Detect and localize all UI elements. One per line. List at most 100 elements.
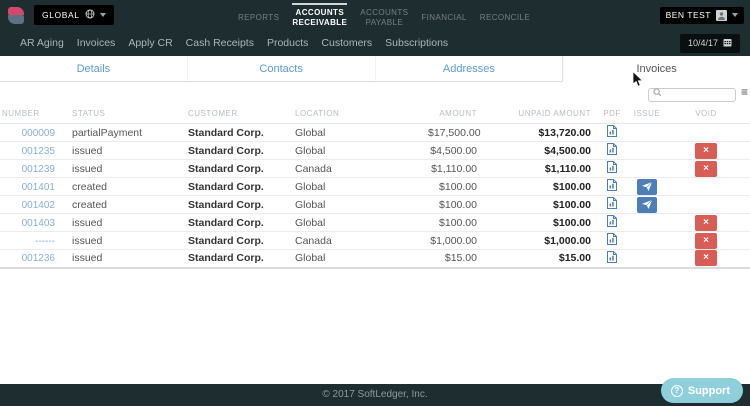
column-header: LOCATION xyxy=(280,104,428,124)
user-menu-button[interactable]: BEN TEST xyxy=(659,6,744,24)
nav-item[interactable]: FINANCIAL xyxy=(421,8,466,23)
table-header-row: NUMBER STATUS CUSTOMER LOCATION AMOUNT UNPAID… xyxy=(0,104,750,124)
customer-cell: Standard Corp. xyxy=(170,123,280,142)
unpaid-amount-cell: $100.00 xyxy=(478,177,592,196)
user-name: BEN TEST xyxy=(665,10,711,20)
status-cell: created xyxy=(55,177,170,196)
amount-cell: $1,000.00 xyxy=(428,231,478,250)
customer-cell: Standard Corp. xyxy=(170,141,280,160)
invoice-number-link[interactable]: 001239 xyxy=(22,164,55,175)
globe-icon xyxy=(85,9,95,21)
chevron-down-icon xyxy=(99,13,106,17)
subnav-item[interactable]: Apply CR xyxy=(128,37,172,49)
customer-cell: Standard Corp. xyxy=(170,195,280,214)
unpaid-amount-cell: $1,000.00 xyxy=(478,231,592,250)
status-cell: created xyxy=(55,195,170,214)
module-subnav: AR Aging Invoices Apply CR Cash Receipts Pro… xyxy=(0,30,750,56)
amount-cell: $4,500.00 xyxy=(428,141,478,160)
nav-item[interactable]: ACCOUNTS RECEIVABLE xyxy=(292,2,348,27)
location-cell: Global xyxy=(280,249,428,268)
table-menu-icon[interactable]: ≡ xyxy=(741,84,748,100)
support-label: Support xyxy=(687,384,730,397)
subnav-item[interactable]: Invoices xyxy=(77,37,116,49)
nav-item[interactable]: ACCOUNTS PAYABLE xyxy=(360,3,408,27)
subnav-item[interactable]: Cash Receipts xyxy=(186,37,254,49)
status-cell: issued xyxy=(55,159,170,178)
unpaid-amount-cell: $13,720.00 xyxy=(478,123,592,142)
pdf-icon[interactable] xyxy=(607,215,617,230)
column-header: STATUS xyxy=(55,104,170,124)
current-date: 10/4/17 xyxy=(687,38,718,48)
tab-contacts[interactable]: Contacts xyxy=(186,56,375,82)
main-nav: REPORTS ACCOUNTS RECEIVABLE ACCOUNTS PAYAB… xyxy=(238,0,530,30)
location-cell: Canada xyxy=(280,231,428,250)
column-header: VOID xyxy=(662,104,750,124)
pdf-icon[interactable] xyxy=(607,179,617,194)
pdf-icon[interactable] xyxy=(607,125,617,140)
customer-cell: Standard Corp. xyxy=(170,177,280,196)
invoice-number-link[interactable]: 001403 xyxy=(22,218,55,229)
issue-button[interactable] xyxy=(637,178,657,195)
invoice-number-link[interactable]: 001402 xyxy=(22,200,55,211)
detail-tabs: Details Contacts Addresses Invoices xyxy=(0,56,750,82)
status-cell: partialPayment xyxy=(55,123,170,142)
unpaid-amount-cell: $100.00 xyxy=(478,195,592,214)
pdf-icon[interactable] xyxy=(607,143,617,158)
location-cell: Global xyxy=(280,177,428,196)
amount-cell: $15.00 xyxy=(428,249,478,268)
unpaid-amount-cell: $100.00 xyxy=(478,213,592,232)
invoice-number-link[interactable]: 001236 xyxy=(22,253,55,264)
invoice-row: 001236 issued Standard Corp. Global $15.00 $1… xyxy=(0,249,750,268)
support-button[interactable]: ? Support xyxy=(660,378,743,403)
amount-cell: $100.00 xyxy=(428,177,478,196)
top-navigation-bar: GLOBAL REPORTS ACCOUNTS RECEIVABLE ACCOUNT… xyxy=(0,0,750,56)
column-header: ISSUE xyxy=(632,104,662,124)
void-button[interactable]: × xyxy=(695,142,717,159)
subnav-item[interactable]: AR Aging xyxy=(20,37,64,49)
void-button[interactable]: × xyxy=(695,160,717,177)
entity-selector-label: GLOBAL xyxy=(42,10,80,20)
invoice-number-link[interactable]: 000009 xyxy=(22,128,55,139)
amount-cell: $100.00 xyxy=(428,213,478,232)
void-button[interactable]: × xyxy=(695,214,717,231)
pdf-icon[interactable] xyxy=(607,197,617,212)
amount-cell: $1,110.00 xyxy=(428,159,478,178)
entity-selector-button[interactable]: GLOBAL xyxy=(34,5,114,25)
chevron-down-icon xyxy=(732,13,738,17)
search-wrap xyxy=(648,85,736,103)
invoice-number-link[interactable]: 001235 xyxy=(22,146,55,157)
content-area: Details Contacts Addresses Invoices ≡ NUMBE… xyxy=(0,56,750,269)
location-cell: Global xyxy=(280,213,428,232)
pdf-icon[interactable] xyxy=(607,233,617,248)
subnav-item[interactable]: Subscriptions xyxy=(385,37,448,49)
invoice-number-link[interactable]: 001401 xyxy=(22,182,55,193)
void-button[interactable]: × xyxy=(695,232,717,249)
question-icon: ? xyxy=(670,384,683,397)
invoice-row: 000009 partialPayment Standard Corp. Global… xyxy=(0,123,750,142)
void-button[interactable]: × xyxy=(695,250,717,267)
tab-addresses[interactable]: Addresses xyxy=(374,56,563,82)
pdf-icon[interactable] xyxy=(607,161,617,176)
amount-cell: $100.00 xyxy=(428,195,478,214)
subnav-item[interactable]: Customers xyxy=(321,37,372,49)
copyright-text: © 2017 SoftLedger, Inc. xyxy=(322,389,428,400)
column-header: AMOUNT xyxy=(428,104,478,124)
pdf-icon[interactable] xyxy=(607,250,617,266)
issue-button[interactable] xyxy=(637,196,657,213)
invoices-table-body: 000009 partialPayment Standard Corp. Global… xyxy=(0,123,750,268)
invoices-table: NUMBER STATUS CUSTOMER LOCATION AMOUNT UNPAID… xyxy=(0,104,750,269)
customer-cell: Standard Corp. xyxy=(170,231,280,250)
location-cell: Canada xyxy=(280,159,428,178)
tab-details[interactable]: Details xyxy=(0,56,187,82)
subnav-item[interactable]: Products xyxy=(267,37,308,49)
softledger-logo-icon[interactable] xyxy=(8,6,24,24)
tab-invoices[interactable]: Invoices xyxy=(562,56,750,82)
nav-item[interactable]: RECONCILE xyxy=(480,8,530,23)
location-cell: Global xyxy=(280,123,428,142)
invoice-number-link[interactable]: ------ xyxy=(35,236,55,247)
nav-item[interactable]: REPORTS xyxy=(238,8,279,23)
date-picker-button[interactable]: 10/4/17 xyxy=(679,33,740,53)
footer-bar: © 2017 SoftLedger, Inc. xyxy=(0,384,750,406)
status-cell: issued xyxy=(55,213,170,232)
unpaid-amount-cell: $15.00 xyxy=(478,249,592,268)
